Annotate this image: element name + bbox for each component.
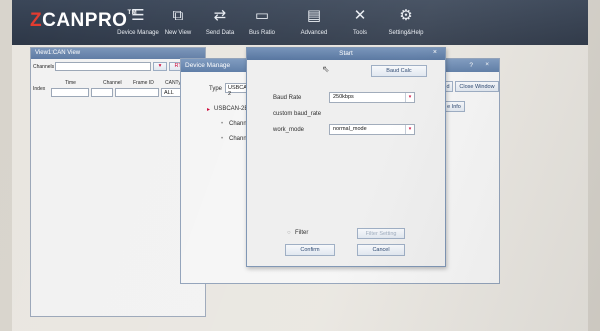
toolbar-label: Setting&Help: [388, 30, 424, 36]
baud-rate-dropdown-icon: ▾: [405, 93, 414, 102]
tools-icon: ✕: [353, 6, 367, 24]
device-info-button[interactable]: e Info: [443, 101, 465, 112]
channels-label: Channels: [33, 64, 55, 70]
toolbar-label: Bus Ratio: [248, 30, 275, 36]
toolbar-label: Advanced: [300, 30, 328, 36]
channels-dropdown-icon[interactable]: ▾: [153, 62, 167, 71]
device-manage-title: Device Manage: [185, 62, 231, 69]
baud-rate-label: Baud Rate: [273, 95, 302, 101]
view-window-title: View1:CAN View: [31, 48, 205, 59]
device-close-icon[interactable]: ×: [485, 61, 489, 68]
start-dialog-title: Start: [339, 50, 353, 57]
start-dialog-titlebar: Start ×: [247, 48, 445, 60]
channel-filter-input[interactable]: [91, 88, 113, 97]
help-icon[interactable]: ?: [469, 62, 473, 69]
baud-calc-button[interactable]: Baud Calc: [371, 65, 427, 77]
baud-rate-value: 250kbps: [333, 94, 354, 100]
channel1-bullet-icon: •: [221, 136, 224, 142]
main-toolbar: ZCANPROTM ☰ Device Manage ⧉ New View ⇄ S…: [12, 0, 588, 45]
close-window-button[interactable]: Close Window: [455, 81, 499, 92]
time-column-header: Time: [65, 80, 76, 86]
channel-column-header: Channel: [103, 80, 122, 86]
work-mode-value: normal_mode: [333, 126, 367, 132]
work-mode-select[interactable]: normal_mode ▾: [329, 124, 415, 135]
filter-radio[interactable]: ○: [287, 230, 291, 236]
logo-prefix: Z: [30, 10, 43, 31]
type-label: Type: [209, 86, 223, 92]
toolbar-advanced[interactable]: ▤ Advanced: [288, 6, 340, 36]
confirm-button[interactable]: Confirm: [285, 244, 335, 256]
channel0-bullet-icon: •: [221, 121, 224, 127]
mouse-cursor-icon: ⇖: [322, 64, 330, 74]
bus-ratio-icon: ▭: [254, 6, 270, 24]
start-dialog: Start × Baud Calc Baud Rate 250kbps ▾ cu…: [246, 47, 446, 267]
advanced-icon: ▤: [306, 6, 322, 24]
screen: ZCANPROTM ☰ Device Manage ⧉ New View ⇄ S…: [12, 0, 588, 331]
device-node-bullet-icon: ▸: [207, 107, 211, 113]
toolbar-setting-help[interactable]: ⚙ Setting&Help: [380, 6, 432, 36]
toolbar-label: Tools: [352, 30, 367, 36]
custom-baud-rate-label: custom baud_rate: [273, 111, 322, 117]
start-dialog-close-icon[interactable]: ×: [433, 49, 437, 56]
work-mode-dropdown-icon: ▾: [405, 125, 414, 134]
time-filter-input[interactable]: [51, 88, 89, 97]
toolbar-tools[interactable]: ✕ Tools: [334, 6, 386, 36]
frame-id-filter-input[interactable]: [115, 88, 159, 97]
filter-label: Filter: [295, 230, 309, 236]
baud-rate-select[interactable]: 250kbps ▾: [329, 92, 415, 103]
setting-help-icon: ⚙: [399, 6, 413, 24]
toolbar-bus-ratio[interactable]: ▭ Bus Ratio: [236, 6, 288, 36]
channels-select[interactable]: [55, 62, 151, 71]
work-mode-label: work_mode: [273, 127, 305, 133]
frame-id-column-header: Frame ID: [133, 80, 154, 86]
index-column-header: Index: [33, 86, 46, 92]
filter-setting-button[interactable]: Filter Setting: [357, 228, 405, 239]
cancel-button[interactable]: Cancel: [357, 244, 405, 256]
